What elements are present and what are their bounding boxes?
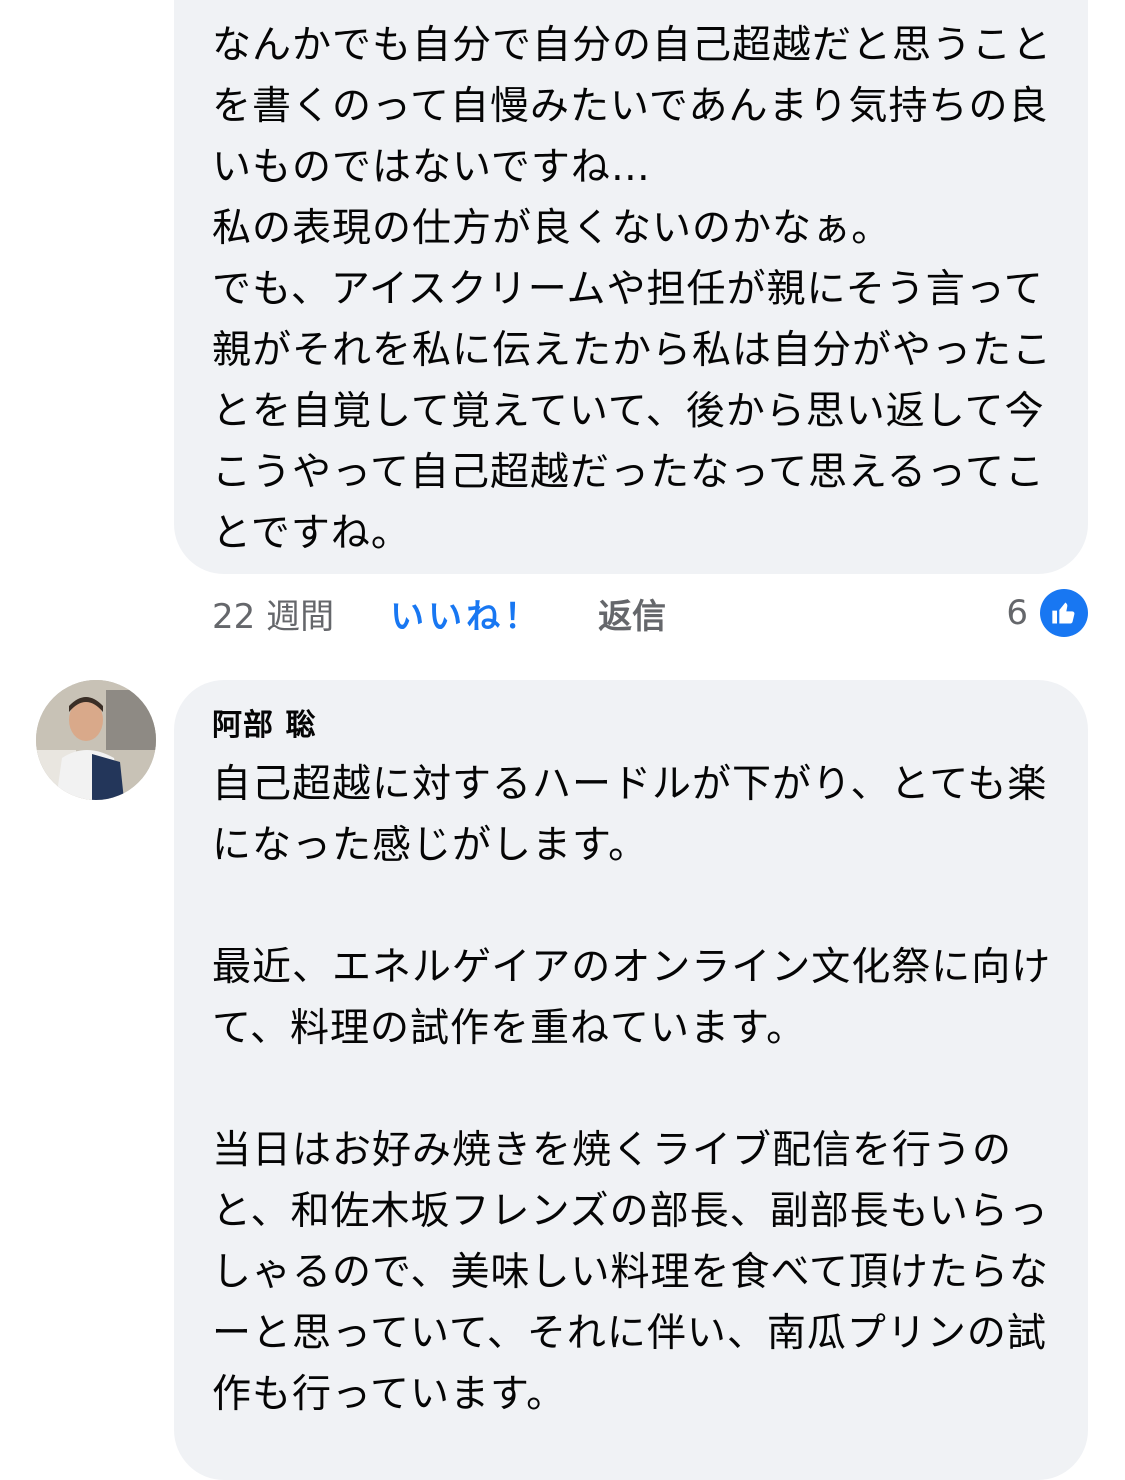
comment-actions: 22 週間 いいね！ 返信 6 <box>212 588 1088 638</box>
comment-bubble: なんかでも自分で自分の自己超越だと思うことを書くのって自慢みたいであんまり気持ち… <box>174 0 1088 574</box>
comment-text: なんかでも自分で自分の自己超越だと思うことを書くのって自慢みたいであんまり気持ち… <box>212 23 1053 556</box>
reaction-count: 6 <box>1006 593 1028 633</box>
comment-text-paragraph: 当日はお好み焼きを焼くライブ配信を行うのと、和佐木坂フレンズの部長、副部長もいら… <box>212 1128 1049 1417</box>
comment-text-paragraph: 自己超越に対するハードルが下がり、とても楽になった感じがします。 <box>212 762 1048 868</box>
reaction-summary[interactable]: 6 <box>1006 589 1088 637</box>
comment-timestamp[interactable]: 22 週間 <box>212 589 334 638</box>
thumbs-up-icon <box>1040 589 1088 637</box>
reply-button[interactable]: 返信 <box>598 589 666 638</box>
avatar[interactable] <box>36 680 156 800</box>
comment-text-paragraph: 最近、エネルゲイアのオンライン文化祭に向けて、料理の試作を重ねています。 <box>212 945 1052 1051</box>
comment-bubble: 阿部 聡 自己超越に対するハードルが下がり、とても楽になった感じがします。 最近… <box>174 680 1088 1480</box>
comment-author[interactable]: 阿部 聡 <box>212 706 1058 746</box>
like-button[interactable]: いいね！ <box>390 589 542 638</box>
